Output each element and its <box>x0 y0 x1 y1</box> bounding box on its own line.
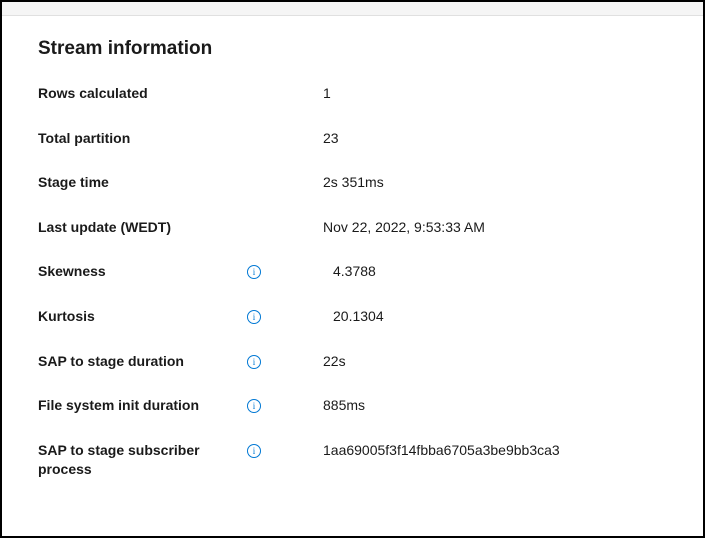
row-last-update: Last update (WEDT) Nov 22, 2022, 9:53:33… <box>38 218 667 238</box>
stream-info-panel: Stream information Rows calculated 1 Tot… <box>2 16 703 500</box>
value-last-update: Nov 22, 2022, 9:53:33 AM <box>273 218 667 235</box>
row-stage-time: Stage time 2s 351ms <box>38 173 667 193</box>
label-sap-stage-duration: SAP to stage duration <box>38 352 184 372</box>
label-wrap: Stage time <box>38 173 273 193</box>
label-skewness: Skewness <box>38 262 106 282</box>
value-sap-stage-duration: 22s <box>273 352 667 369</box>
value-rows-calculated: 1 <box>273 84 667 101</box>
label-wrap: SAP to stage duration i <box>38 352 273 372</box>
row-total-partition: Total partition 23 <box>38 129 667 149</box>
label-rows-calculated: Rows calculated <box>38 84 148 104</box>
row-rows-calculated: Rows calculated 1 <box>38 84 667 104</box>
label-kurtosis: Kurtosis <box>38 307 95 327</box>
label-wrap: Skewness i <box>38 262 273 282</box>
value-stage-time: 2s 351ms <box>273 173 667 190</box>
label-stage-time: Stage time <box>38 173 109 193</box>
section-title: Stream information <box>38 38 667 60</box>
value-fs-init-duration: 885ms <box>273 396 667 413</box>
label-wrap: SAP to stage subscriber process i <box>38 441 273 480</box>
label-total-partition: Total partition <box>38 129 130 149</box>
row-fs-init-duration: File system init duration i 885ms <box>38 396 667 416</box>
label-wrap: Total partition <box>38 129 273 149</box>
info-icon[interactable]: i <box>247 399 261 413</box>
value-total-partition: 23 <box>273 129 667 146</box>
row-sap-stage-duration: SAP to stage duration i 22s <box>38 352 667 372</box>
top-divider-bar <box>2 2 703 16</box>
info-icon[interactable]: i <box>247 265 261 279</box>
label-fs-init-duration: File system init duration <box>38 396 199 416</box>
label-sap-subscriber: SAP to stage subscriber process <box>38 441 218 480</box>
label-wrap: File system init duration i <box>38 396 273 416</box>
row-kurtosis: Kurtosis i 20.1304 <box>38 307 667 327</box>
value-kurtosis: 20.1304 <box>273 307 667 324</box>
value-sap-subscriber: 1aa69005f3f14fbba6705a3be9bb3ca3 <box>273 441 667 458</box>
info-icon[interactable]: i <box>247 444 261 458</box>
row-skewness: Skewness i 4.3788 <box>38 262 667 282</box>
row-sap-subscriber: SAP to stage subscriber process i 1aa690… <box>38 441 667 480</box>
label-wrap: Last update (WEDT) <box>38 218 273 238</box>
label-wrap: Rows calculated <box>38 84 273 104</box>
label-last-update: Last update (WEDT) <box>38 218 171 238</box>
value-skewness: 4.3788 <box>273 262 667 279</box>
label-wrap: Kurtosis i <box>38 307 273 327</box>
info-icon[interactable]: i <box>247 355 261 369</box>
info-icon[interactable]: i <box>247 310 261 324</box>
